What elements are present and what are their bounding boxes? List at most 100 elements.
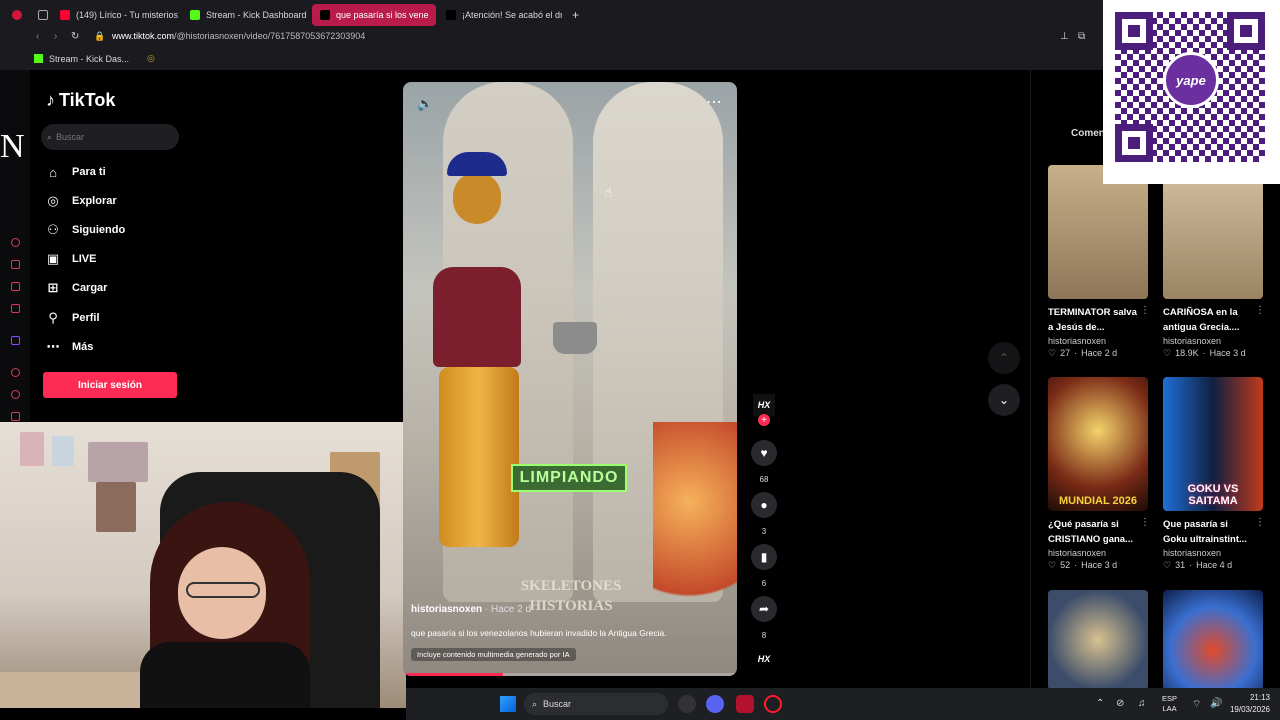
video-card[interactable]: CARIÑOSA en la antigua Grecia.... ⋮ hist… [1163,165,1265,359]
fire-effect [653,422,737,622]
nav-siguiendo[interactable]: ⚇ Siguiendo [46,220,125,240]
video-card[interactable] [1163,590,1263,690]
tiktok-logo[interactable]: ♪ TikTok [46,90,115,111]
opera-menu-icon[interactable] [4,4,26,26]
back-icon[interactable]: ‹ [36,31,39,42]
tiktok-sidebar: ♪TikTok ⌕ ⌂Para ti ◎Explorar ⚇Siguiendo … [30,70,400,422]
bookmark-icon[interactable]: ◎ [147,53,155,64]
video-thumbnail[interactable] [1163,590,1263,690]
youtube-icon [60,10,70,20]
more-vertical-icon[interactable]: ⋮ [1255,305,1265,316]
next-video-button[interactable]: ⌄ [988,384,1020,416]
tab-tiktok-2[interactable]: ¡Atención! Se acabó el dra [438,4,562,26]
pin-icon[interactable]: ⊥ [1060,31,1069,42]
history-icon[interactable] [11,390,20,399]
nav-perfil[interactable]: ⚲ Perfil [46,308,99,328]
windows-taskbar: ⌕ Buscar ⌃ ⊘ ♫ ESP LAA ⌔ 🔊 21:13 19/03/2026 [406,688,1280,720]
video-card[interactable]: TERMINATOR salva a Jesús de... ⋮ histori… [1048,165,1150,359]
workspace-icon[interactable] [30,4,48,26]
video-thumbnail[interactable] [1048,165,1148,299]
messenger-icon[interactable] [11,282,20,291]
nav-cargar[interactable]: ⊞ Cargar [46,278,108,298]
comment-button[interactable]: ● [751,492,777,518]
sound-avatar[interactable]: HX [753,650,775,668]
comment-icon: ● [760,498,768,512]
creator-avatar[interactable]: HX [753,394,775,416]
wall-poster [88,442,148,482]
mouse-cursor: ☝ [604,184,613,200]
video-card[interactable]: GOKU VS SAITAMA Que pasaría si Goku ultr… [1163,377,1265,571]
follow-plus-icon[interactable]: + [758,414,770,426]
nav-live[interactable]: ▣ LIVE [46,249,97,269]
side-letter: N [0,128,25,165]
whatsapp-icon[interactable] [11,304,20,313]
search-box[interactable]: ⌕ [41,124,179,150]
microphone-icon[interactable]: ♫ [1138,698,1146,709]
opera-icon[interactable] [764,695,782,713]
language-indicator[interactable]: ESP LAA [1162,694,1177,714]
app-icon[interactable] [736,695,754,713]
nav-mas[interactable]: ⋯ Más [46,337,94,357]
tab-kick-dashboard[interactable]: Stream - Kick Dashboard [182,4,308,26]
more-options-icon[interactable]: ⋯ [706,92,723,112]
aria-icon[interactable] [11,238,20,247]
bag-icon[interactable] [11,260,20,269]
share-button[interactable]: ➦ [751,596,777,622]
settings-icon[interactable] [11,412,20,421]
taskbar-search[interactable]: ⌕ Buscar [524,693,668,715]
new-tab-button[interactable]: + [564,4,584,26]
video-card[interactable]: MUNDIAL 2026 ¿Qué pasaría si CRISTIANO g… [1048,377,1150,571]
tiktok-icon [446,10,456,20]
video-author[interactable]: historiasnoxen · Hace 2 d [411,604,531,615]
chevron-down-icon: ⌄ [998,393,1010,407]
video-thumbnail[interactable]: GOKU VS SAITAMA [1163,377,1263,511]
kick-icon [190,10,200,20]
video-card[interactable] [1048,590,1148,690]
desk [0,672,140,708]
tab-tiktok-active[interactable]: que pasaría si los vene [312,4,436,26]
save-button[interactable]: ▮ [751,544,777,570]
network-off-icon[interactable]: ⊘ [1116,698,1124,709]
windows-start-icon[interactable] [500,696,516,712]
video-thumbnail[interactable]: MUNDIAL 2026 [1048,377,1148,511]
url-field[interactable]: www.tiktok.com/@historiasnoxen/video/761… [112,31,365,41]
video-player[interactable]: LIMPIANDO SKELETONES HISTORIAS 🔈 ⋯ histor… [403,82,737,676]
chevron-up-icon[interactable]: ⌃ [1096,698,1104,709]
heart-outline-icon: ♡ [1163,560,1172,570]
like-button[interactable]: ♥ [751,440,777,466]
video-thumbnail[interactable] [1163,165,1263,299]
tab-youtube[interactable]: (149) Lírico - Tu misterios [52,4,178,26]
volume-icon[interactable]: 🔈 [417,96,433,112]
chevron-up-icon: ⌃ [998,351,1010,365]
share-count: 8 [761,631,767,640]
player-icon[interactable] [11,368,20,377]
bookmark-icon: ▮ [760,550,768,564]
tab-comments[interactable]: Comen [1071,128,1105,139]
forward-icon[interactable]: › [54,31,57,42]
reload-icon[interactable]: ↻ [71,31,79,42]
video-caption: que pasaría si los venezolanos hubieran … [411,628,667,638]
wifi-icon[interactable]: ⌔ [1192,698,1201,711]
previous-video-button[interactable]: ⌃ [988,342,1020,374]
ai-content-label: Incluye contenido multimedia generado po… [411,648,576,661]
kick-icon [34,54,43,63]
plus-square-icon: ⊞ [47,280,59,295]
login-button[interactable]: Iniciar sesión [43,372,177,398]
more-vertical-icon[interactable]: ⋮ [1255,517,1265,528]
snapshot-icon[interactable]: ⧉ [1078,31,1085,42]
person-body [140,642,310,708]
twitch-icon[interactable] [11,336,20,345]
bookmark-kick[interactable]: Stream - Kick Das... ◎ [34,53,155,64]
speaker-icon[interactable]: 🔊 [1210,698,1222,709]
more-vertical-icon[interactable]: ⋮ [1140,305,1150,316]
obs-icon[interactable] [678,695,696,713]
more-vertical-icon[interactable]: ⋮ [1140,517,1150,528]
video-progress-bar[interactable] [403,673,737,676]
nav-para-ti[interactable]: ⌂ Para ti [46,162,106,182]
discord-icon[interactable] [706,695,724,713]
heart-outline-icon: ♡ [1048,348,1057,358]
nav-explorar[interactable]: ◎ Explorar [46,191,116,211]
clock[interactable]: 21:13 19/03/2026 [1230,692,1270,716]
video-thumbnail[interactable] [1048,590,1148,690]
search-input[interactable] [56,132,157,142]
